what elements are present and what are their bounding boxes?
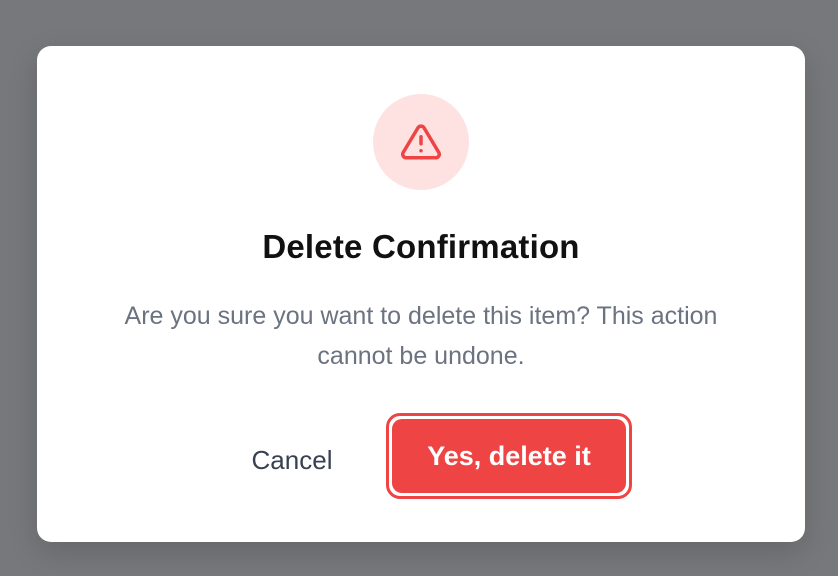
confirm-delete-button[interactable]: Yes, delete it bbox=[392, 419, 626, 493]
warning-triangle-icon bbox=[400, 124, 442, 160]
dialog-message: Are you sure you want to delete this ite… bbox=[124, 302, 718, 370]
warning-icon-badge bbox=[373, 94, 469, 190]
cancel-button[interactable]: Cancel bbox=[227, 438, 357, 482]
delete-confirmation-dialog: Delete Confirmation Are you sure you wan… bbox=[37, 46, 805, 542]
dialog-title: Delete Confirmation bbox=[262, 228, 580, 265]
